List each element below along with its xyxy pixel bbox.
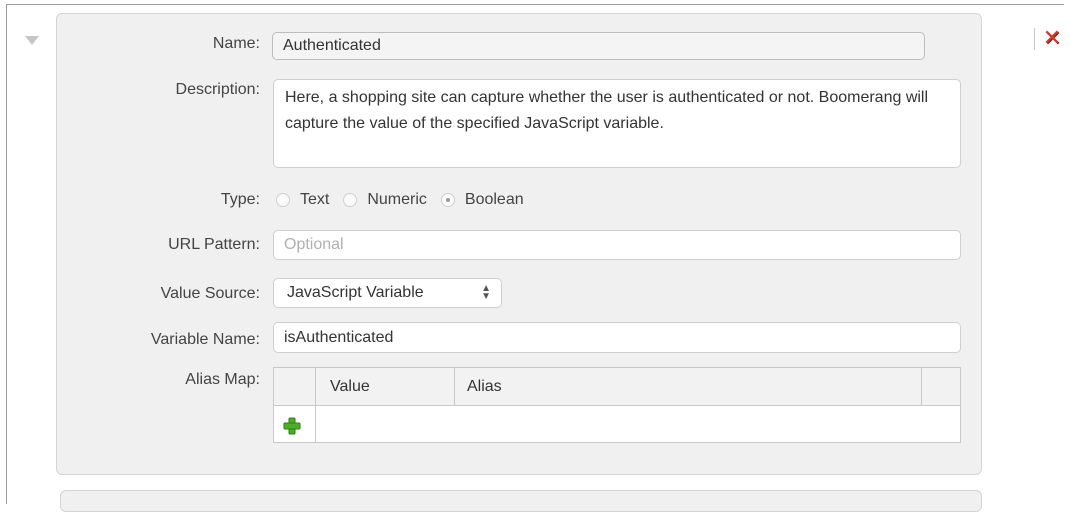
type-radio-numeric[interactable]: Numeric <box>343 191 427 209</box>
name-label: Name: <box>212 35 260 52</box>
type-radio-boolean[interactable]: Boolean <box>440 191 524 209</box>
value-source-select[interactable]: JavaScript Variable ▲ ▼ <box>273 278 502 308</box>
toolbar-divider <box>1034 28 1035 50</box>
column-divider <box>921 368 922 406</box>
name-input[interactable]: Authenticated <box>272 32 925 60</box>
url-pattern-input[interactable]: Optional <box>273 230 961 260</box>
value-source-label: Value Source: <box>160 285 260 302</box>
alias-col-value[interactable]: Value <box>330 378 370 396</box>
select-arrows-icon: ▲ ▼ <box>481 283 491 302</box>
type-label: Type: <box>220 191 260 208</box>
alias-map-label: Alias Map: <box>185 371 260 388</box>
url-pattern-placeholder: Optional <box>284 236 344 253</box>
next-dimension-panel <box>60 490 982 512</box>
radio-icon <box>276 193 290 207</box>
column-divider <box>454 368 455 406</box>
type-radio-text[interactable]: Text <box>276 191 329 209</box>
radio-selected-icon <box>440 193 455 207</box>
type-option-text: Text <box>300 191 330 208</box>
value-source-selected: JavaScript Variable <box>287 284 424 301</box>
description-textarea[interactable]: Here, a shopping site can capture whethe… <box>273 79 961 168</box>
variable-name-label: Variable Name: <box>150 331 260 348</box>
variable-name-input[interactable]: isAuthenticated <box>273 322 961 353</box>
alias-map-header: Value Alias <box>274 368 960 406</box>
description-label: Description: <box>175 81 260 98</box>
type-radio-group: Text Numeric Boolean <box>276 188 538 212</box>
type-option-numeric: Numeric <box>367 191 427 208</box>
name-value: Authenticated <box>283 37 381 54</box>
type-option-boolean: Boolean <box>464 191 524 208</box>
url-pattern-label: URL Pattern: <box>168 236 260 253</box>
alias-col-alias[interactable]: Alias <box>467 378 502 396</box>
add-row-icon[interactable] <box>283 417 301 435</box>
column-divider <box>315 368 316 442</box>
variable-name-value: isAuthenticated <box>284 328 394 346</box>
delete-icon[interactable]: ✕ <box>1041 27 1063 49</box>
radio-icon <box>343 193 358 207</box>
alias-map-table: Value Alias <box>273 367 961 443</box>
triangle-down-icon[interactable] <box>25 36 39 45</box>
